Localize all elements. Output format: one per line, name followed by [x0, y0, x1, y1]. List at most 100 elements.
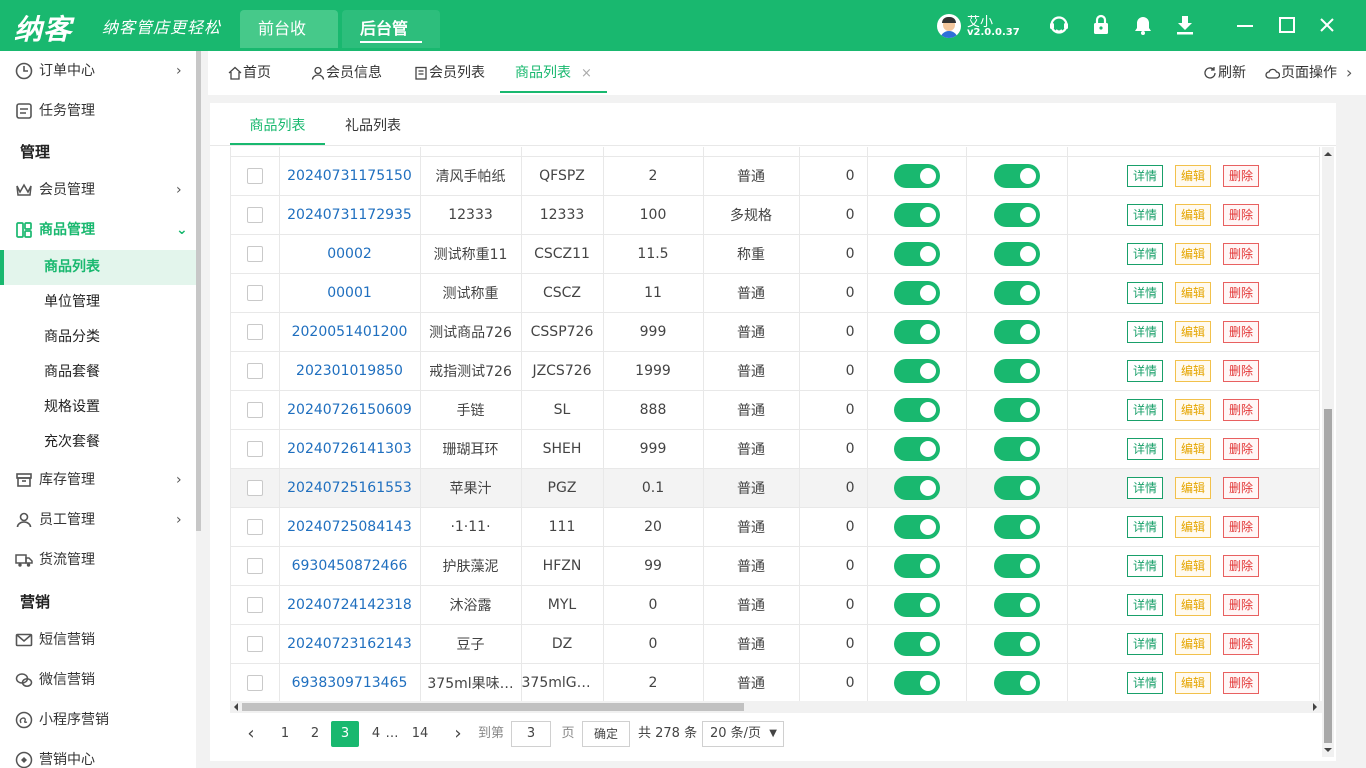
delete-button[interactable]: 删除	[1223, 632, 1259, 655]
topnav-backend[interactable]: 后台管理	[342, 10, 440, 76]
goods-code-link[interactable]: 6938309713465	[292, 675, 408, 691]
page-3[interactable]: 3	[331, 721, 359, 747]
chevron-right-icon[interactable]: ›	[1346, 51, 1352, 93]
edit-button[interactable]: 编辑	[1175, 359, 1211, 382]
edit-button[interactable]: 编辑	[1175, 320, 1211, 343]
delete-button[interactable]: 删除	[1223, 476, 1259, 499]
bell-icon[interactable]	[1132, 14, 1154, 36]
sidebar-scrollbar[interactable]	[196, 51, 201, 531]
edit-button[interactable]: 编辑	[1175, 398, 1211, 421]
detail-button[interactable]: 详情	[1127, 632, 1163, 655]
detail-button[interactable]: 详情	[1127, 359, 1163, 382]
row-checkbox[interactable]	[246, 167, 263, 184]
goods-code-link[interactable]: 2020051401200	[292, 324, 408, 340]
sidebar-sub-goods-list[interactable]: 商品列表	[0, 250, 196, 285]
delete-button[interactable]: 删除	[1223, 281, 1259, 304]
status-toggle[interactable]	[893, 397, 940, 422]
status-toggle[interactable]	[993, 475, 1040, 500]
detail-button[interactable]: 详情	[1127, 515, 1163, 538]
goods-code-link[interactable]: 20240723162143	[287, 636, 412, 652]
status-toggle[interactable]	[993, 397, 1040, 422]
sidebar-item-miniapp[interactable]: 小程序营销	[0, 700, 196, 740]
edit-button[interactable]: 编辑	[1175, 164, 1211, 187]
status-toggle[interactable]	[993, 280, 1040, 305]
user-menu[interactable]: 艾小 v2.0.0.37	[937, 12, 1027, 42]
support-icon[interactable]	[1048, 14, 1070, 36]
sidebar-item-members[interactable]: 会员管理 ›	[0, 170, 196, 210]
scroll-thumb[interactable]	[242, 703, 744, 711]
status-toggle[interactable]	[993, 202, 1040, 227]
sidebar-item-marketing-center[interactable]: 营销中心	[0, 740, 196, 768]
row-checkbox[interactable]	[246, 362, 263, 379]
sidebar-sub-recharge[interactable]: 充次套餐	[0, 425, 196, 460]
row-checkbox[interactable]	[246, 440, 263, 457]
detail-button[interactable]: 详情	[1127, 203, 1163, 226]
scroll-thumb[interactable]	[1324, 409, 1332, 743]
subtab-gift-list[interactable]: 礼品列表	[345, 103, 401, 145]
edit-button[interactable]: 编辑	[1175, 203, 1211, 226]
status-toggle[interactable]	[993, 436, 1040, 461]
topnav-cashier[interactable]: 前台收银	[240, 10, 338, 76]
status-toggle[interactable]	[893, 241, 940, 266]
goods-code-link[interactable]: 00002	[327, 246, 372, 262]
detail-button[interactable]: 详情	[1127, 437, 1163, 460]
close-icon[interactable]	[1316, 14, 1338, 36]
status-toggle[interactable]	[993, 631, 1040, 656]
edit-button[interactable]: 编辑	[1175, 554, 1211, 577]
goods-code-link[interactable]: 00001	[327, 285, 372, 301]
edit-button[interactable]: 编辑	[1175, 671, 1211, 694]
row-checkbox[interactable]	[246, 479, 263, 496]
scroll-down-icon[interactable]	[1322, 745, 1334, 755]
sidebar-sub-specs[interactable]: 规格设置	[0, 390, 196, 425]
row-checkbox[interactable]	[246, 674, 263, 691]
status-toggle[interactable]	[993, 163, 1040, 188]
sidebar-sub-units[interactable]: 单位管理	[0, 285, 196, 320]
goods-code-link[interactable]: 20240731172935	[287, 207, 412, 223]
status-toggle[interactable]	[993, 592, 1040, 617]
goods-code-link[interactable]: 20240726150609	[287, 402, 412, 418]
detail-button[interactable]: 详情	[1127, 242, 1163, 265]
sidebar-item-orders[interactable]: 订单中心 ›	[0, 51, 196, 91]
detail-button[interactable]: 详情	[1127, 554, 1163, 577]
row-checkbox[interactable]	[246, 596, 263, 613]
scroll-right-icon[interactable]	[1310, 701, 1320, 713]
sidebar-item-staff[interactable]: 员工管理 ›	[0, 500, 196, 540]
goods-code-link[interactable]: 6930450872466	[292, 558, 408, 574]
edit-button[interactable]: 编辑	[1175, 437, 1211, 460]
delete-button[interactable]: 删除	[1223, 164, 1259, 187]
status-toggle[interactable]	[893, 670, 940, 695]
refresh-button[interactable]: 刷新	[1203, 51, 1246, 93]
tab-member-list[interactable]: 会员列表	[414, 51, 485, 93]
status-toggle[interactable]	[993, 514, 1040, 539]
sidebar-item-tasks[interactable]: 任务管理	[0, 91, 196, 131]
page-14[interactable]: 14	[407, 721, 433, 747]
minimize-icon[interactable]	[1234, 14, 1256, 36]
row-checkbox[interactable]	[246, 245, 263, 262]
edit-button[interactable]: 编辑	[1175, 632, 1211, 655]
page-2[interactable]: 2	[302, 721, 328, 747]
sidebar-item-stock[interactable]: 库存管理 ›	[0, 460, 196, 500]
scroll-up-icon[interactable]	[1322, 149, 1334, 159]
goods-code-link[interactable]: 202301019850	[296, 363, 403, 379]
detail-button[interactable]: 详情	[1127, 593, 1163, 616]
table-vertical-scrollbar[interactable]	[1322, 147, 1334, 757]
status-toggle[interactable]	[893, 436, 940, 461]
status-toggle[interactable]	[893, 163, 940, 188]
prev-page-icon[interactable]: ‹	[238, 721, 264, 747]
detail-button[interactable]: 详情	[1127, 476, 1163, 499]
goods-code-link[interactable]: 20240724142318	[287, 597, 412, 613]
sidebar-item-sms[interactable]: 短信营销	[0, 620, 196, 660]
row-checkbox[interactable]	[246, 518, 263, 535]
page-1[interactable]: 1	[272, 721, 298, 747]
scroll-left-icon[interactable]	[231, 701, 241, 713]
row-checkbox[interactable]	[246, 557, 263, 574]
table-horizontal-scrollbar[interactable]	[230, 701, 1322, 713]
sidebar-item-logistics[interactable]: 货流管理	[0, 540, 196, 580]
status-toggle[interactable]	[893, 202, 940, 227]
delete-button[interactable]: 删除	[1223, 515, 1259, 538]
sidebar-item-goods[interactable]: 商品管理 ⌄	[0, 210, 196, 250]
row-checkbox[interactable]	[246, 284, 263, 301]
sidebar-item-wechat[interactable]: 微信营销	[0, 660, 196, 700]
delete-button[interactable]: 删除	[1223, 398, 1259, 421]
goto-page-input[interactable]: 3	[511, 721, 551, 747]
